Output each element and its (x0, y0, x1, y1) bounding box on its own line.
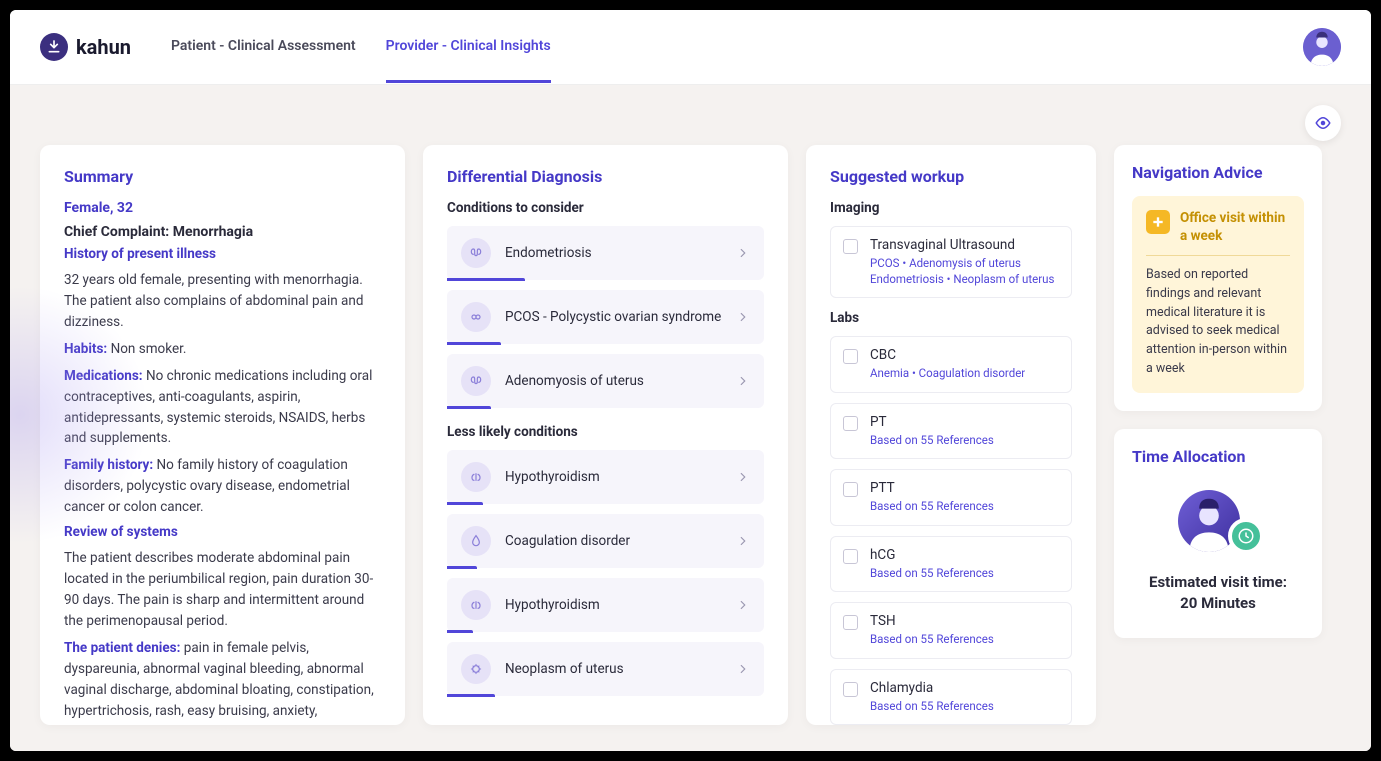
tab-provider[interactable]: Provider - Clinical Insights (386, 12, 551, 83)
checkbox[interactable] (843, 549, 858, 564)
advice-heading: Office visit within a week (1180, 210, 1290, 245)
checkbox[interactable] (843, 482, 858, 497)
user-avatar[interactable] (1303, 28, 1341, 66)
visibility-button[interactable] (1305, 105, 1341, 141)
brand-name: kahun (76, 35, 131, 59)
summary-card: Summary Female, 32 Chief Complaint: Meno… (40, 145, 405, 725)
advice-box: Office visit within a week Based on repo… (1132, 196, 1304, 393)
thyroid-icon (461, 462, 491, 492)
estimated-visit-time: Estimated visit time:20 Minutes (1132, 572, 1304, 614)
header-tabs: Patient - Clinical Assessment Provider -… (171, 12, 551, 83)
app-header: kahun Patient - Clinical Assessment Prov… (10, 10, 1371, 85)
blood-drop-icon (461, 526, 491, 556)
differential-card: Differential Diagnosis Conditions to con… (423, 145, 788, 725)
less-likely-label: Less likely conditions (447, 424, 764, 440)
consider-label: Conditions to consider (447, 200, 764, 216)
uterus-icon (461, 238, 491, 268)
workup-title: Suggested workup (830, 167, 1072, 186)
navigation-advice-card: Navigation Advice Office visit within a … (1114, 145, 1322, 411)
dd-item[interactable]: Neoplasm of uterus (447, 642, 764, 696)
thyroid-icon (461, 590, 491, 620)
medical-cross-icon (1146, 210, 1170, 234)
tumor-icon (461, 654, 491, 684)
chevron-right-icon (736, 246, 750, 260)
labs-label: Labs (830, 310, 1072, 326)
hpi-text: 32 years old female, presenting with men… (64, 270, 381, 333)
time-title: Time Allocation (1132, 447, 1304, 466)
brand-logo: kahun (40, 33, 131, 61)
chevron-right-icon (736, 310, 750, 324)
differential-title: Differential Diagnosis (447, 167, 764, 186)
workup-item[interactable]: PTTBased on 55 References (830, 469, 1072, 526)
workup-item[interactable]: Transvaginal Ultrasound PCOS • Adenomysi… (830, 226, 1072, 298)
ovary-icon (461, 302, 491, 332)
time-illustration (1168, 486, 1268, 556)
checkbox[interactable] (843, 615, 858, 630)
eye-icon (1314, 114, 1332, 132)
imaging-label: Imaging (830, 200, 1072, 216)
time-allocation-card: Time Allocation Estimated visit time:20 … (1114, 429, 1322, 638)
checkbox[interactable] (843, 349, 858, 364)
dd-item[interactable]: Adenomyosis of uterus (447, 354, 764, 408)
workup-item[interactable]: PTBased on 55 References (830, 403, 1072, 460)
advice-text: Based on reported findings and relevant … (1146, 266, 1290, 379)
checkbox[interactable] (843, 239, 858, 254)
checkbox[interactable] (843, 416, 858, 431)
chief-complaint: Chief Complaint: Menorrhagia (64, 224, 381, 240)
denies-line: The patient denies: pain in female pelvi… (64, 638, 381, 725)
navigation-title: Navigation Advice (1132, 163, 1304, 182)
medications-line: Medications: No chronic medications incl… (64, 366, 381, 450)
tab-patient[interactable]: Patient - Clinical Assessment (171, 12, 356, 83)
dd-item[interactable]: Hypothyroidism (447, 450, 764, 504)
dd-item[interactable]: PCOS - Polycystic ovarian syndrome (447, 290, 764, 344)
patient-demographics: Female, 32 (64, 200, 381, 216)
dd-item[interactable]: Endometriosis (447, 226, 764, 280)
chevron-right-icon (736, 534, 750, 548)
ros-title: Review of systems (64, 524, 381, 540)
workup-card: Suggested workup Imaging Transvaginal Ul… (806, 145, 1096, 725)
checkbox[interactable] (843, 682, 858, 697)
workup-item[interactable]: CBCAnemia • Coagulation disorder (830, 336, 1072, 393)
chevron-right-icon (736, 470, 750, 484)
chevron-right-icon (736, 662, 750, 676)
chevron-right-icon (736, 374, 750, 388)
uterus-icon (461, 366, 491, 396)
family-history-line: Family history: No family history of coa… (64, 455, 381, 518)
habits-line: Habits: Non smoker. (64, 339, 381, 360)
workup-item[interactable]: hCGBased on 55 References (830, 536, 1072, 593)
summary-title: Summary (64, 167, 381, 186)
brand-logo-icon (40, 33, 68, 61)
workup-item[interactable]: ChlamydiaBased on 55 References (830, 669, 1072, 725)
main-body: Summary Female, 32 Chief Complaint: Meno… (10, 85, 1371, 751)
app-frame: kahun Patient - Clinical Assessment Prov… (10, 10, 1371, 751)
chevron-right-icon (736, 598, 750, 612)
ros-text: The patient describes moderate abdominal… (64, 548, 381, 632)
hpi-title: History of present illness (64, 246, 381, 262)
workup-item[interactable]: TSHBased on 55 References (830, 602, 1072, 659)
dd-item[interactable]: Hypothyroidism (447, 578, 764, 632)
dd-item[interactable]: Coagulation disorder (447, 514, 764, 568)
clock-check-icon (1228, 518, 1264, 554)
